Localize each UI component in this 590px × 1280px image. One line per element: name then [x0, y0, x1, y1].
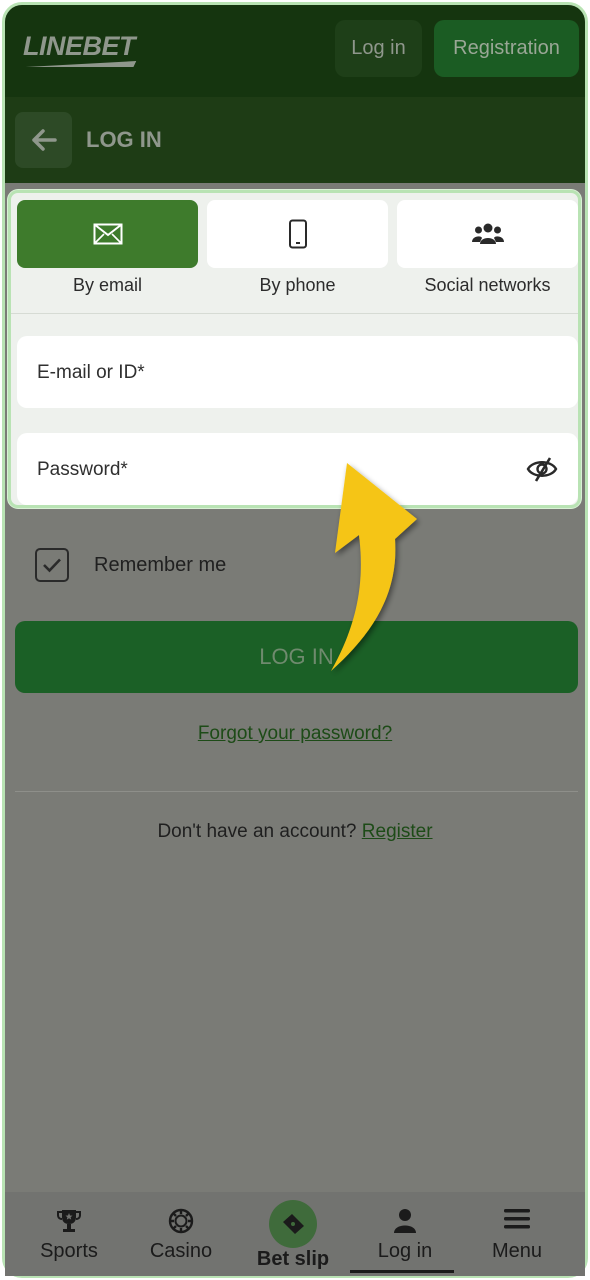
remember-me-checkbox[interactable] [35, 548, 69, 582]
register-link[interactable]: Register [362, 821, 433, 842]
page-bar: LOG IN [5, 97, 585, 183]
nav-item-bet-slip[interactable]: Bet slip [237, 1192, 349, 1276]
app-frame: LINEBET Log in Registration LOG IN By em… [2, 2, 588, 1278]
remember-me-label: Remember me [94, 554, 227, 576]
tab-label-social: Social networks [424, 275, 551, 295]
tab-social-networks[interactable] [397, 200, 578, 268]
user-icon [394, 1209, 416, 1233]
trophy-icon [57, 1210, 81, 1232]
forgot-password-link[interactable]: Forgot your password? [5, 723, 585, 745]
tab-label-phone: By phone [259, 275, 336, 295]
email-field[interactable]: E-mail or ID* [17, 336, 578, 408]
ticket-icon [283, 1214, 304, 1234]
header-registration-button[interactable]: Registration [434, 20, 579, 77]
password-field-label: Password* [37, 459, 128, 480]
casino-chip-icon [168, 1208, 194, 1234]
no-account-row: Don't have an account? Register [5, 821, 585, 843]
logo-text: LINEBET [23, 31, 136, 61]
nav-label-sports: Sports [40, 1240, 98, 1262]
nav-item-sports[interactable]: Sports [13, 1192, 125, 1276]
header-login-button[interactable]: Log in [335, 20, 422, 77]
checkmark-icon [43, 558, 61, 573]
page-title: LOG IN [86, 127, 162, 152]
nav-item-menu[interactable]: Menu [461, 1192, 573, 1276]
pointer-arrow-graphic [331, 463, 417, 671]
email-field-label: E-mail or ID* [37, 362, 145, 383]
phone-icon [288, 219, 307, 249]
no-account-text: Don't have an account? [157, 821, 357, 842]
nav-item-casino[interactable]: Casino [125, 1192, 237, 1276]
login-form-card: By email By phone Social networks E-mail… [8, 190, 581, 508]
tab-by-phone[interactable] [207, 200, 388, 268]
back-button[interactable] [15, 112, 72, 168]
tab-by-email[interactable] [17, 200, 198, 268]
envelope-icon [93, 223, 122, 245]
hamburger-icon [504, 1209, 530, 1229]
arrow-left-icon [31, 129, 57, 151]
active-tab-indicator [350, 1270, 454, 1273]
section-divider [15, 791, 578, 792]
tab-label-email: By email [72, 275, 143, 295]
password-field[interactable]: Password* [17, 433, 578, 505]
nav-label-casino: Casino [149, 1240, 213, 1262]
top-header: LINEBET Log in Registration [5, 5, 585, 97]
tabs-divider [11, 313, 578, 314]
nav-label-log-in: Log in [377, 1240, 433, 1262]
login-submit-button[interactable]: LOG IN [15, 621, 578, 693]
bottom-navigation: Sports Casino Bet slip Log in Menu [5, 1192, 585, 1276]
eye-slash-icon[interactable] [526, 455, 558, 483]
linebet-logo[interactable]: LINEBET [23, 31, 139, 71]
nav-item-log-in[interactable]: Log in [349, 1192, 461, 1276]
people-icon [471, 223, 504, 244]
nav-label-bet-slip: Bet slip [256, 1248, 330, 1270]
nav-label-menu: Menu [491, 1240, 543, 1262]
